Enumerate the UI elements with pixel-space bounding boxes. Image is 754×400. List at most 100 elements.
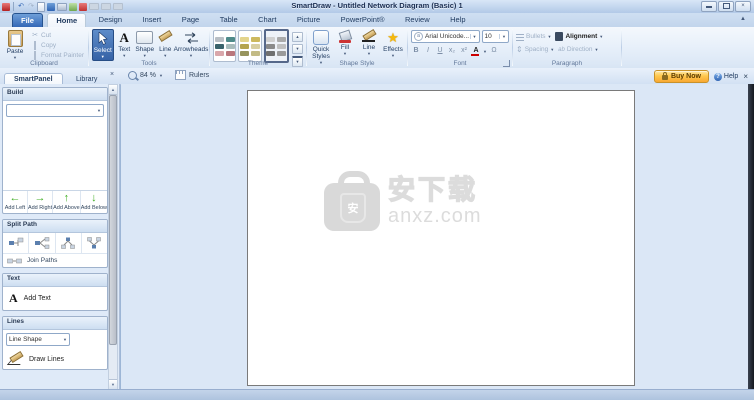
line-tool-button[interactable]: Line ▼ bbox=[156, 29, 176, 59]
build-list-box[interactable] bbox=[3, 120, 107, 190]
text-section: Text A Add Text bbox=[2, 273, 108, 311]
line-pencil-icon bbox=[362, 30, 376, 43]
alignment-button[interactable]: Alignment ▼ bbox=[555, 32, 603, 41]
document-page[interactable]: 安 安下载 anxz.com bbox=[247, 90, 635, 386]
fill-button[interactable]: Fill ▼ bbox=[334, 29, 356, 57]
add-left-button[interactable]: ← Add Left bbox=[3, 191, 27, 213]
format-painter-button: Format Painter bbox=[31, 51, 84, 60]
fill-bucket-icon bbox=[338, 30, 352, 43]
shape-tool-button[interactable]: Shape ▼ bbox=[135, 29, 155, 59]
effects-button[interactable]: ★ Effects ▼ bbox=[382, 29, 404, 59]
rulers-toggle[interactable]: Rulers bbox=[189, 72, 209, 79]
add-text-button[interactable]: A Add Text bbox=[3, 287, 107, 310]
help-icon: ? bbox=[714, 73, 722, 81]
panel-scrollbar[interactable]: ▲ ▼ bbox=[108, 84, 118, 390]
scissors-icon: ✂ bbox=[31, 32, 39, 40]
split-path-option-3[interactable] bbox=[55, 233, 81, 253]
font-size-select[interactable]: 10 ▼ bbox=[482, 30, 509, 43]
theme-thumbnail-3-selected[interactable] bbox=[264, 29, 289, 63]
arrowheads-icon bbox=[184, 30, 199, 45]
canvas-vertical-scrollbar[interactable] bbox=[748, 84, 754, 390]
split-path-option-1[interactable] bbox=[3, 233, 28, 253]
direction-icon: ab bbox=[558, 47, 565, 53]
add-right-button[interactable]: → Add Right bbox=[27, 191, 52, 213]
title-bar: ↶ ↷ SmartDraw - Untitled Network Diagram… bbox=[0, 0, 754, 14]
scroll-up-icon[interactable]: ▲ bbox=[109, 85, 117, 95]
lines-section: Lines Line Shape ▼ Draw Lines bbox=[2, 316, 108, 370]
chevron-down-icon: ▼ bbox=[391, 54, 395, 58]
text-tool-button[interactable]: A Text ▼ bbox=[115, 29, 135, 59]
text-icon: A bbox=[120, 30, 129, 45]
split-path-option-2[interactable] bbox=[28, 233, 54, 253]
theme-scroll-up-icon[interactable]: ▲ bbox=[292, 32, 303, 42]
build-shape-select[interactable]: ▼ bbox=[6, 104, 104, 117]
direction-button: ab Direction ▼ bbox=[558, 46, 598, 53]
select-tool-button[interactable]: Select ▼ bbox=[92, 29, 114, 61]
add-below-button[interactable]: ↓ Add Below bbox=[80, 191, 107, 213]
line-shape-select[interactable]: Line Shape ▼ bbox=[6, 333, 70, 346]
tab-insert[interactable]: Insert bbox=[134, 13, 169, 27]
chevron-down-icon: ▼ bbox=[599, 35, 603, 39]
tab-table[interactable]: Table bbox=[212, 13, 246, 27]
chevron-down-icon: ▼ bbox=[163, 54, 167, 58]
scrollbar-thumb[interactable] bbox=[109, 95, 117, 345]
minimize-button[interactable] bbox=[701, 1, 717, 12]
shape-icon bbox=[136, 30, 153, 45]
tab-design[interactable]: Design bbox=[91, 13, 130, 27]
tab-chart[interactable]: Chart bbox=[250, 13, 284, 27]
theme-thumbnail-2[interactable] bbox=[238, 30, 261, 62]
copy-icon bbox=[31, 42, 39, 50]
collapse-ribbon-icon[interactable]: ▲ bbox=[740, 16, 746, 22]
tab-help[interactable]: Help bbox=[442, 13, 473, 27]
panel-close-icon[interactable]: × bbox=[110, 71, 114, 78]
close-button[interactable]: × bbox=[735, 1, 751, 12]
buy-now-button[interactable]: Buy Now bbox=[654, 70, 709, 83]
drawing-canvas[interactable]: 安 安下载 anxz.com bbox=[121, 84, 748, 390]
tab-page[interactable]: Page bbox=[174, 13, 208, 27]
spacing-button: ⇕ Spacing ▼ bbox=[516, 45, 554, 54]
tab-file[interactable]: File bbox=[12, 13, 43, 28]
join-paths-button[interactable]: Join Paths bbox=[3, 254, 107, 267]
subscript-button[interactable]: x₂ bbox=[447, 46, 457, 56]
paste-button[interactable]: Paste ▼ bbox=[3, 29, 27, 61]
arrowheads-button[interactable]: Arrowheads ▼ bbox=[176, 29, 206, 59]
add-above-button[interactable]: ↑ Add Above bbox=[52, 191, 80, 213]
status-bar bbox=[0, 389, 754, 400]
draw-lines-button[interactable]: Draw Lines bbox=[3, 349, 107, 369]
tab-picture[interactable]: Picture bbox=[289, 13, 328, 27]
superscript-button[interactable]: x² bbox=[459, 46, 469, 56]
tab-home[interactable]: Home bbox=[47, 13, 86, 28]
watermark-lock-icon: 安 bbox=[324, 183, 380, 231]
arrow-left-icon: ← bbox=[9, 193, 20, 204]
zoom-level[interactable]: 84 % bbox=[140, 72, 156, 79]
main-area: Build ▼ ← Add Left → Add Right ↑ bbox=[0, 84, 754, 390]
scroll-down-icon[interactable]: ▼ bbox=[109, 379, 117, 389]
tab-review[interactable]: Review bbox=[397, 13, 438, 27]
font-color-button[interactable]: A bbox=[471, 46, 481, 56]
italic-button[interactable]: I bbox=[423, 46, 433, 56]
draw-pencil-icon bbox=[9, 353, 23, 365]
font-family-select[interactable]: a Arial Unicode... ▼ bbox=[411, 30, 480, 43]
bold-button[interactable]: B bbox=[411, 46, 421, 56]
chevron-down-icon: ▼ bbox=[499, 34, 506, 39]
chevron-down-icon: ▼ bbox=[101, 55, 105, 59]
theme-thumbnail-1[interactable] bbox=[213, 30, 236, 62]
shape-style-group: Quick Styles ▼ Fill ▼ Line ▼ ★ Effects ▼ bbox=[307, 27, 407, 68]
cursor-arrow-icon bbox=[98, 31, 108, 46]
restore-button[interactable] bbox=[718, 1, 734, 12]
help-button[interactable]: ? Help bbox=[714, 73, 738, 81]
toolbar-close-icon[interactable]: × bbox=[743, 72, 748, 81]
paragraph-group: Bullets ▼ Alignment ▼ ⇕ Spacing ▼ bbox=[513, 27, 621, 68]
chevron-down-icon: ▼ bbox=[63, 337, 67, 342]
split-path-option-4[interactable] bbox=[81, 233, 107, 253]
chevron-down-icon[interactable]: ▼ bbox=[159, 73, 163, 78]
font-dialog-launcher-icon[interactable] bbox=[503, 60, 510, 67]
arrow-down-icon: ↓ bbox=[91, 193, 97, 204]
theme-scroll-down-icon[interactable]: ▼ bbox=[292, 44, 303, 54]
pencil-icon bbox=[158, 30, 172, 45]
underline-button[interactable]: U bbox=[435, 46, 445, 56]
chevron-down-icon: ▼ bbox=[97, 108, 101, 113]
tab-powerpoint[interactable]: PowerPoint® bbox=[333, 13, 393, 27]
symbol-button[interactable]: Ω bbox=[489, 46, 499, 56]
line-style-button[interactable]: Line ▼ bbox=[358, 29, 380, 57]
